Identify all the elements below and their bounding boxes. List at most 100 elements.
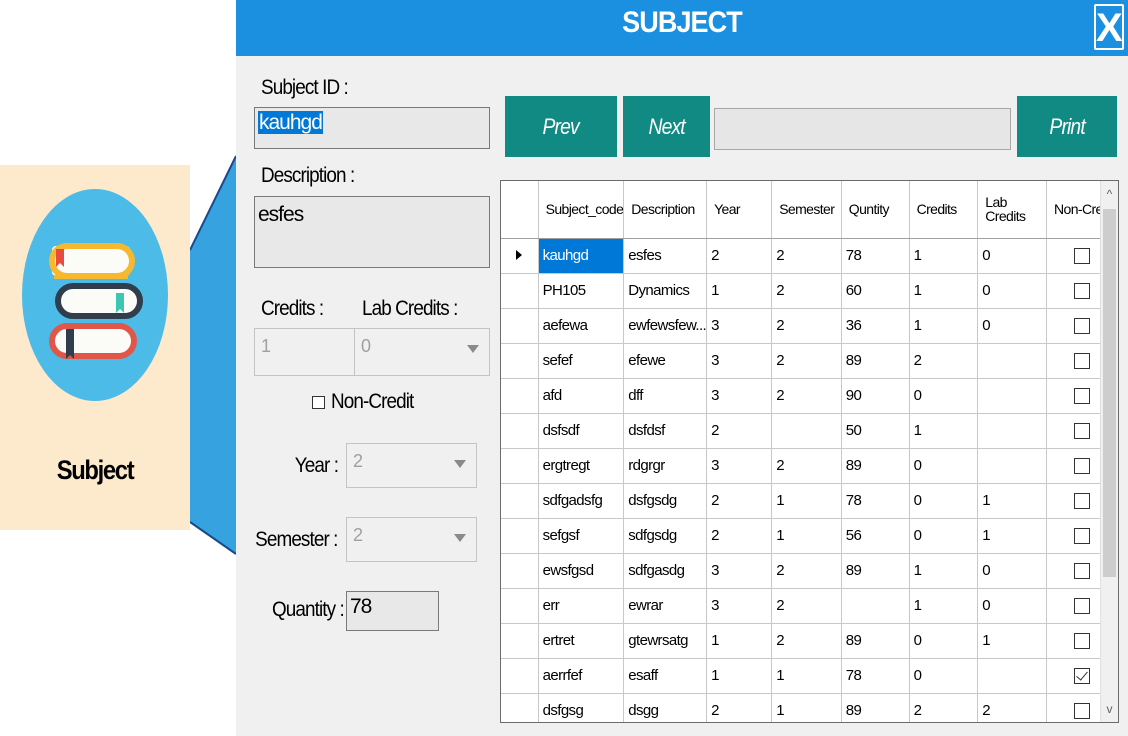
table-cell[interactable]: 2 [771,238,842,274]
table-row[interactable]: sdfgadsfg dsfgsdg 2 1 78 0 1 [501,483,1118,519]
table-cell[interactable]: 2 [909,343,979,379]
description-input[interactable]: esfes [254,196,490,268]
column-header[interactable]: Credits [909,181,979,239]
scroll-up-icon[interactable]: ^ [1101,185,1118,203]
table-cell[interactable]: 1 [977,623,1048,659]
table-cell[interactable]: 0 [977,273,1048,309]
row-header[interactable] [501,623,539,659]
semester-select[interactable]: 2 [346,517,477,562]
table-cell[interactable]: err [538,588,625,624]
table-cell[interactable]: 1 [771,693,842,722]
table-row[interactable]: sefef efewe 3 2 89 2 [501,343,1118,379]
row-header[interactable] [501,588,539,624]
non-credit-checkbox[interactable] [312,396,325,409]
table-cell[interactable] [977,448,1048,484]
table-cell[interactable]: 0 [977,588,1048,624]
table-cell[interactable]: 1 [706,273,773,309]
table-cell[interactable]: sdfgsdg [623,518,708,554]
non-credit-cell-checkbox[interactable] [1074,248,1090,265]
table-cell[interactable] [771,413,842,449]
row-header[interactable] [501,378,539,414]
table-row[interactable]: ewsfgsd sdfgasdg 3 2 89 1 0 [501,553,1118,589]
table-cell[interactable]: 2 [706,693,773,722]
table-cell[interactable]: 3 [706,343,773,379]
scroll-down-icon[interactable]: v [1101,700,1118,718]
non-credit-cell-checkbox[interactable] [1074,563,1090,580]
table-row[interactable]: aefewa ewfewsfew... 3 2 36 1 0 [501,308,1118,344]
non-credit-cell-checkbox[interactable] [1074,528,1090,545]
table-cell[interactable]: sefgsf [538,518,625,554]
prev-button[interactable]: Prev [505,96,617,157]
table-cell[interactable]: 2 [706,518,773,554]
table-cell[interactable]: esfes [623,238,708,274]
table-cell[interactable]: 1 [909,553,979,589]
table-cell[interactable]: 0 [977,308,1048,344]
table-cell[interactable]: esaff [623,658,708,694]
column-header[interactable]: Subject_code [538,181,625,239]
non-credit-cell-checkbox[interactable] [1074,423,1090,440]
column-header[interactable]: Semester [771,181,842,239]
non-credit-cell-checkbox[interactable] [1074,388,1090,405]
table-cell[interactable]: 1 [771,483,842,519]
year-select[interactable]: 2 [346,443,477,488]
column-header[interactable]: Year [706,181,773,239]
table-cell[interactable]: 2 [706,413,773,449]
table-cell[interactable]: 89 [841,693,910,722]
table-cell[interactable]: rdgrgr [623,448,708,484]
table-cell[interactable]: 0 [909,658,979,694]
table-cell[interactable]: 0 [909,378,979,414]
quantity-input[interactable]: 78 [346,591,439,631]
table-cell[interactable]: 89 [841,343,910,379]
row-header[interactable] [501,553,539,589]
table-cell[interactable]: ertret [538,623,625,659]
table-cell[interactable]: 2 [771,553,842,589]
row-header[interactable] [501,518,539,554]
table-cell[interactable]: ewfewsfew... [623,308,708,344]
table-cell[interactable]: 89 [841,448,910,484]
table-cell[interactable]: 78 [841,238,910,274]
table-cell[interactable]: 0 [909,483,979,519]
row-header[interactable] [501,483,539,519]
table-cell[interactable]: 89 [841,553,910,589]
table-row[interactable]: PH105 Dynamics 1 2 60 1 0 [501,273,1118,309]
non-credit-cell-checkbox[interactable] [1074,668,1090,685]
table-cell[interactable]: 89 [841,623,910,659]
row-header[interactable] [501,658,539,694]
non-credit-cell-checkbox[interactable] [1074,703,1090,720]
table-cell[interactable]: 56 [841,518,910,554]
table-cell[interactable]: afd [538,378,625,414]
row-header[interactable] [501,413,539,449]
table-cell[interactable]: aerrfef [538,658,625,694]
close-button[interactable]: X [1094,4,1124,50]
table-cell[interactable]: 90 [841,378,910,414]
table-cell[interactable]: 3 [706,308,773,344]
row-header[interactable] [501,343,539,379]
table-cell[interactable]: 36 [841,308,910,344]
table-cell[interactable]: 1 [909,238,979,274]
table-cell[interactable]: 2 [977,693,1048,722]
table-cell[interactable]: 1 [771,518,842,554]
table-cell[interactable]: 2 [771,448,842,484]
print-button[interactable]: Print [1017,96,1117,157]
table-cell[interactable]: 2 [706,483,773,519]
row-header[interactable] [501,308,539,344]
table-cell[interactable]: kauhgd [538,238,625,274]
table-cell[interactable]: dsfdsf [623,413,708,449]
table-cell[interactable]: 2 [706,238,773,274]
table-cell[interactable]: ergtregt [538,448,625,484]
table-cell[interactable]: 78 [841,483,910,519]
table-cell[interactable]: Dynamics [623,273,708,309]
table-row[interactable]: dsfsdf dsfdsf 2 50 1 [501,413,1118,449]
table-cell[interactable]: 0 [977,553,1048,589]
table-cell[interactable]: 1 [771,658,842,694]
row-header[interactable] [501,448,539,484]
non-credit-cell-checkbox[interactable] [1074,458,1090,475]
row-header[interactable] [501,273,539,309]
table-cell[interactable]: 3 [706,553,773,589]
table-cell[interactable]: 0 [909,623,979,659]
table-cell[interactable]: 2 [771,308,842,344]
table-cell[interactable]: efewe [623,343,708,379]
table-cell[interactable]: 1 [909,273,979,309]
row-header[interactable] [501,238,539,274]
table-cell[interactable]: 1 [977,518,1048,554]
